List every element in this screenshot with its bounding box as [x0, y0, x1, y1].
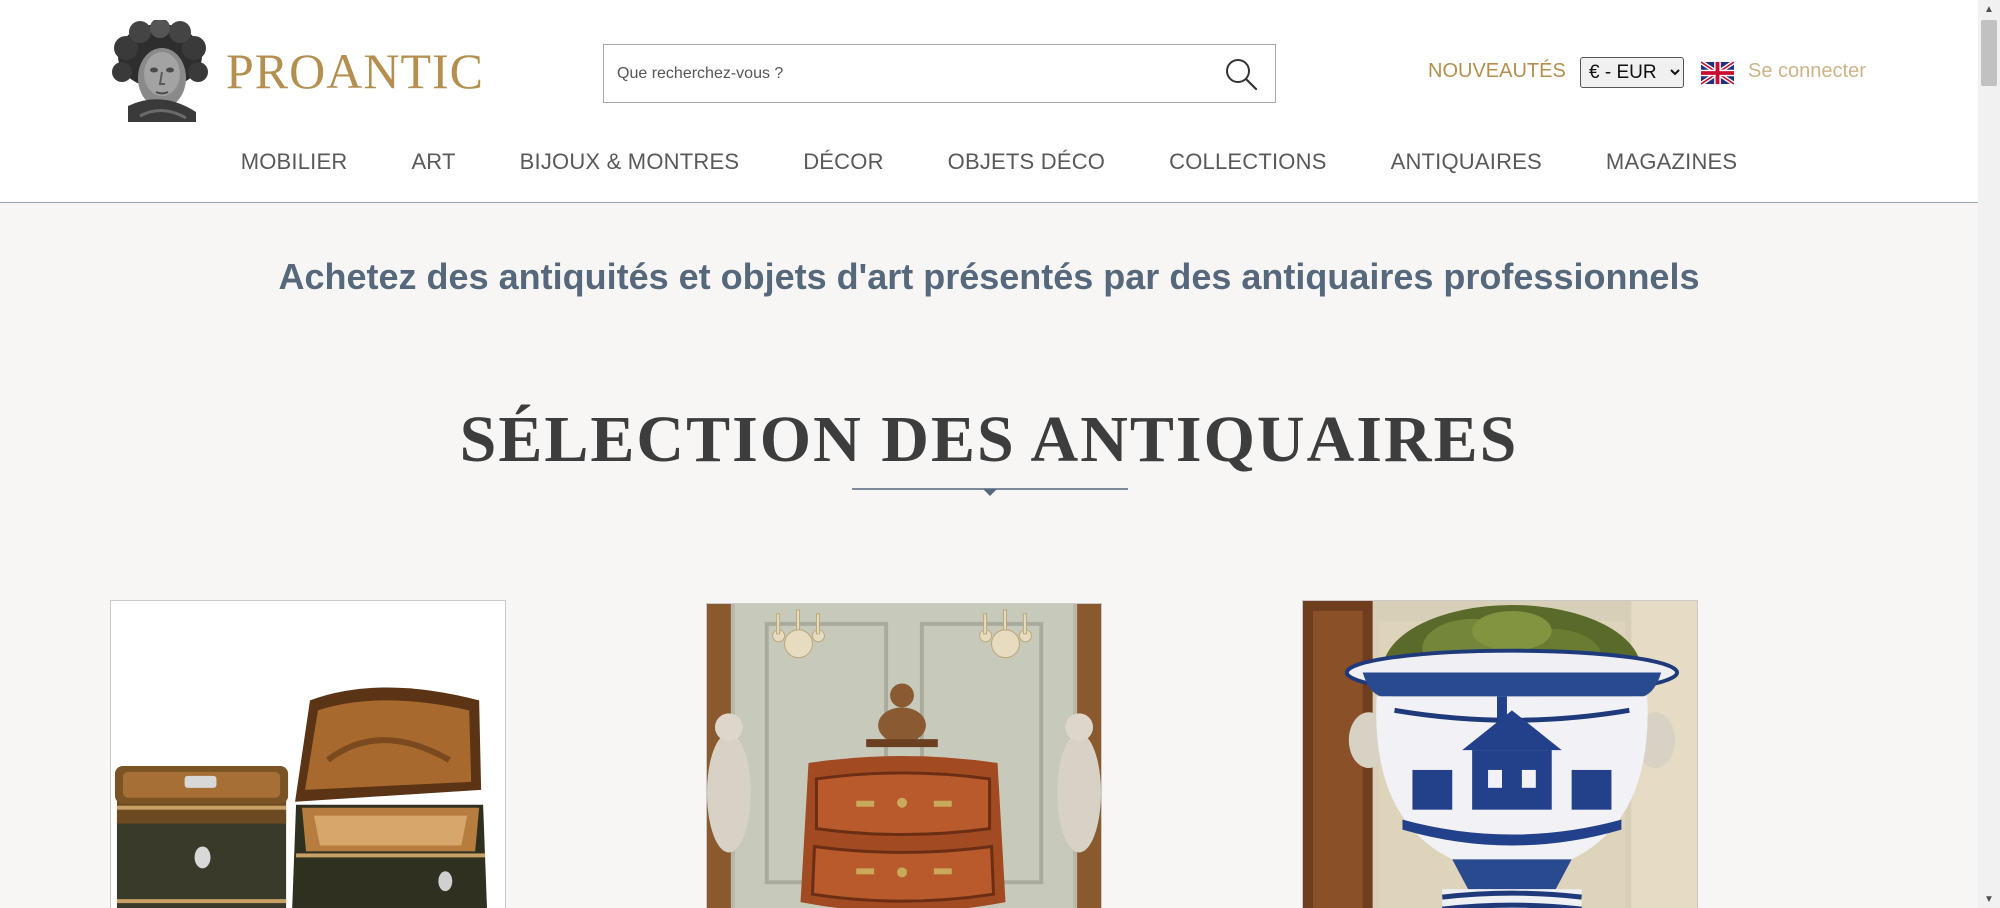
search-icon [1226, 58, 1258, 90]
product-card[interactable] [1302, 600, 1698, 908]
bust-logo-icon [112, 20, 208, 122]
scrollbar-thumb[interactable] [1981, 20, 1997, 86]
search-bar [603, 44, 1276, 103]
louis-xv-commode-image [707, 604, 1101, 908]
search-input[interactable] [604, 45, 1204, 102]
title-divider [852, 488, 1128, 496]
page-scrollbar[interactable]: ▲ ▼ [1978, 0, 2000, 908]
product-card[interactable] [110, 600, 506, 908]
site-header: PROANTIC NOUVEAUTÉS € - EUR Se connecter… [0, 0, 1978, 203]
nav-item-antiquaires[interactable]: ANTIQUAIRES [1391, 149, 1542, 175]
nav-item-magazines[interactable]: MAGAZINES [1606, 149, 1737, 175]
login-link[interactable]: Se connecter [1748, 60, 1866, 83]
blue-white-faience-vase-image [1303, 601, 1697, 908]
logo-text: PROANTIC [226, 43, 485, 99]
nav-item-collections[interactable]: COLLECTIONS [1169, 149, 1326, 175]
marquetry-boxes-image [111, 601, 505, 908]
nav-item-decor[interactable]: DÉCOR [803, 149, 883, 175]
nav-item-art[interactable]: ART [411, 149, 455, 175]
currency-select[interactable]: € - EUR [1580, 57, 1684, 88]
main-nav: MOBILIER ART BIJOUX & MONTRES DÉCOR OBJE… [0, 149, 1978, 175]
nav-item-mobilier[interactable]: MOBILIER [241, 149, 348, 175]
search-button[interactable] [1207, 45, 1275, 102]
tagline: Achetez des antiquités et objets d'art p… [278, 256, 1700, 297]
product-card[interactable] [706, 603, 1102, 908]
nouveautes-link[interactable]: NOUVEAUTÉS [1428, 60, 1566, 83]
uk-flag-icon[interactable] [1701, 61, 1734, 85]
scroll-down-arrow-icon[interactable]: ▼ [1978, 890, 2000, 908]
section-title: SÉLECTION DES ANTIQUAIRES [459, 403, 1519, 476]
logo-link[interactable]: PROANTIC [110, 20, 484, 122]
scroll-up-arrow-icon[interactable]: ▲ [1978, 0, 2000, 18]
nav-item-bijoux-montres[interactable]: BIJOUX & MONTRES [520, 149, 740, 175]
nav-item-objets-deco[interactable]: OBJETS DÉCO [948, 149, 1105, 175]
